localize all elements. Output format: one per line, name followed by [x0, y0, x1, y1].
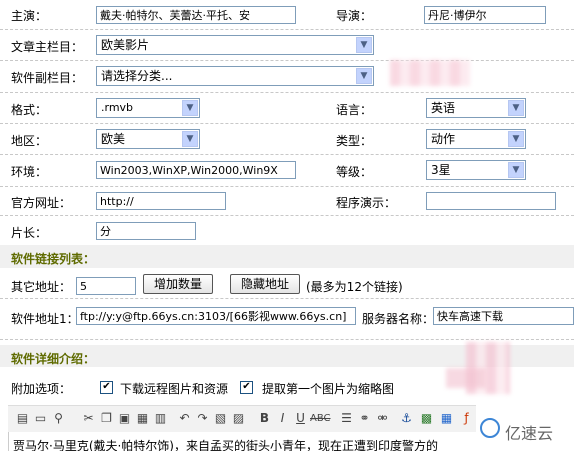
paste-text-icon[interactable]: ▦	[134, 410, 151, 427]
thumbnail-checkbox[interactable]: ✔	[240, 381, 253, 394]
language-select[interactable]: 英语 ▼	[426, 98, 526, 118]
website-input[interactable]: http://	[96, 192, 226, 210]
select-all-icon[interactable]: ▨	[230, 410, 247, 427]
sub-column-label: 软件副栏目：	[11, 71, 84, 85]
other-addr-input[interactable]: 5	[76, 277, 136, 295]
other-addr-row: 其它地址： 5 增加数量 隐藏地址 (最多为12个链接)	[0, 268, 574, 299]
website-row: 官方网址： http:// 程序演示：	[0, 186, 574, 216]
flash-icon[interactable]: ƒ	[458, 410, 475, 427]
env-label: 环境：	[11, 165, 48, 179]
soft-addr-label: 软件地址1：	[11, 312, 79, 326]
editor-text: 贾马尔·马里克(戴夫·帕特尔饰)，来自孟买的街头小青年，现在正遭到印度警方的	[13, 439, 438, 451]
format-label: 格式：	[11, 103, 48, 117]
other-addr-label: 其它地址：	[11, 280, 72, 294]
watermark-logo-icon	[480, 418, 500, 438]
env-row: 环境： Win2003,WinXP,Win2000,Win9X 等级： 3星 ▼	[0, 154, 574, 187]
links-section-title: 软件链接列表：	[11, 252, 96, 266]
anchor-icon[interactable]: ⚓	[398, 410, 415, 427]
main-column-row: 文章主栏目： 欧美影片 ▼	[0, 29, 574, 61]
language-label: 语言：	[336, 103, 373, 117]
director-input[interactable]: 丹尼·博伊尔	[424, 6, 546, 24]
watermark: 亿速云	[478, 418, 570, 443]
bold-icon[interactable]: B	[256, 410, 273, 427]
server-name-label: 服务器名称：	[362, 312, 435, 326]
main-column-label: 文章主栏目：	[11, 40, 84, 54]
chevron-down-icon[interactable]: ▼	[182, 100, 198, 116]
actor-row: 主演： 戴夫·帕特尔、芙蕾达·平托、安 导演： 丹尼·博伊尔	[0, 0, 574, 30]
blur-patch	[390, 60, 470, 86]
chevron-down-icon[interactable]: ▼	[508, 131, 524, 147]
paste-icon[interactable]: ▣	[116, 410, 133, 427]
link-icon[interactable]: ⚭	[356, 410, 373, 427]
server-name-input[interactable]: 快车高速下载	[433, 307, 574, 325]
main-column-select[interactable]: 欧美影片 ▼	[96, 35, 374, 55]
sub-column-row: 软件副栏目： 请选择分类... ▼	[0, 60, 574, 93]
actor-label: 主演：	[11, 9, 48, 23]
editor-body[interactable]: 贾马尔·马里克(戴夫·帕特尔饰)，来自孟买的街头小青年，现在正遭到印度警方的	[8, 432, 477, 451]
chevron-down-icon[interactable]: ▼	[356, 68, 372, 84]
director-label: 导演：	[336, 9, 373, 23]
italic-icon[interactable]: I	[274, 410, 291, 427]
length-row: 片长： 分	[0, 215, 574, 245]
chevron-down-icon[interactable]: ▼	[356, 37, 372, 53]
copy-icon[interactable]: ❐	[98, 410, 115, 427]
blur-patch	[446, 368, 486, 388]
details-section-title: 软件详细介绍：	[11, 352, 96, 366]
chevron-down-icon[interactable]: ▼	[182, 131, 198, 147]
length-label: 片长：	[11, 226, 48, 240]
cut-icon[interactable]: ✂	[80, 410, 97, 427]
strike-icon[interactable]: ABC	[310, 410, 331, 427]
source-icon[interactable]: ▤	[14, 410, 31, 427]
type-value: 动作	[431, 132, 456, 146]
chevron-down-icon[interactable]: ▼	[508, 100, 524, 116]
type-select[interactable]: 动作 ▼	[426, 129, 526, 149]
language-value: 英语	[431, 101, 456, 115]
actor-input[interactable]: 戴夫·帕特尔、芙蕾达·平托、安	[96, 6, 296, 24]
sub-column-value: 请选择分类...	[101, 69, 173, 83]
type-label: 类型：	[336, 134, 373, 148]
paste-word-icon[interactable]: ▥	[152, 410, 169, 427]
format-select[interactable]: .rmvb ▼	[96, 98, 200, 118]
editor-toolbar: ▤ ▭ ⚲ ✂ ❐ ▣ ▦ ▥ ↶ ↷ ▧ ▨ B I U ABC ☰ ⚭ ⚮ …	[8, 405, 476, 432]
soft-addr-input[interactable]: ftp://y:y@ftp.66ys.cn:3103/[66影视www.66ys…	[76, 307, 356, 325]
unlink-icon[interactable]: ⚮	[374, 410, 391, 427]
demo-label: 程序演示：	[336, 196, 397, 210]
download-remote-label: 下载远程图片和资源	[120, 382, 229, 396]
redo-icon[interactable]: ↷	[194, 410, 211, 427]
underline-icon[interactable]: U	[292, 410, 309, 427]
max-links-note: (最多为12个链接)	[306, 280, 403, 294]
options-label: 附加选项：	[11, 382, 72, 396]
new-doc-icon[interactable]: ▭	[32, 410, 49, 427]
download-remote-checkbox[interactable]: ✔	[100, 381, 113, 394]
image-icon[interactable]: ▩	[418, 410, 435, 427]
chevron-down-icon[interactable]: ▼	[508, 162, 524, 178]
format-icon[interactable]: ▧	[212, 410, 229, 427]
region-label: 地区：	[11, 134, 48, 148]
grade-value: 3星	[431, 163, 451, 177]
undo-icon[interactable]: ↶	[176, 410, 193, 427]
watermark-text: 亿速云	[505, 424, 554, 443]
soft-addr-row: 软件地址1： ftp://y:y@ftp.66ys.cn:3103/[66影视w…	[0, 298, 574, 340]
format-value: .rmvb	[101, 101, 134, 114]
length-input[interactable]: 分	[96, 222, 196, 240]
region-row: 地区： 欧美 ▼ 类型： 动作 ▼	[0, 123, 574, 155]
website-label: 官方网址：	[11, 196, 72, 210]
sub-column-select[interactable]: 请选择分类... ▼	[96, 66, 374, 86]
grade-label: 等级：	[336, 165, 373, 179]
thumbnail-label: 提取第一个图片为缩略图	[262, 382, 395, 396]
list-icon[interactable]: ☰	[338, 410, 355, 427]
grade-select[interactable]: 3星 ▼	[426, 160, 526, 180]
main-column-value: 欧美影片	[101, 38, 150, 52]
demo-input[interactable]	[426, 192, 556, 210]
add-quantity-button[interactable]: 增加数量	[143, 274, 213, 294]
preview-icon[interactable]: ⚲	[50, 410, 67, 427]
links-section-header: 软件链接列表：	[0, 245, 574, 268]
env-input[interactable]: Win2003,WinXP,Win2000,Win9X	[96, 161, 296, 179]
table-icon[interactable]: ▦	[438, 410, 455, 427]
hide-address-button[interactable]: 隐藏地址	[230, 274, 300, 294]
region-value: 欧美	[101, 132, 126, 146]
format-row: 格式： .rmvb ▼ 语言： 英语 ▼	[0, 92, 574, 124]
region-select[interactable]: 欧美 ▼	[96, 129, 200, 149]
